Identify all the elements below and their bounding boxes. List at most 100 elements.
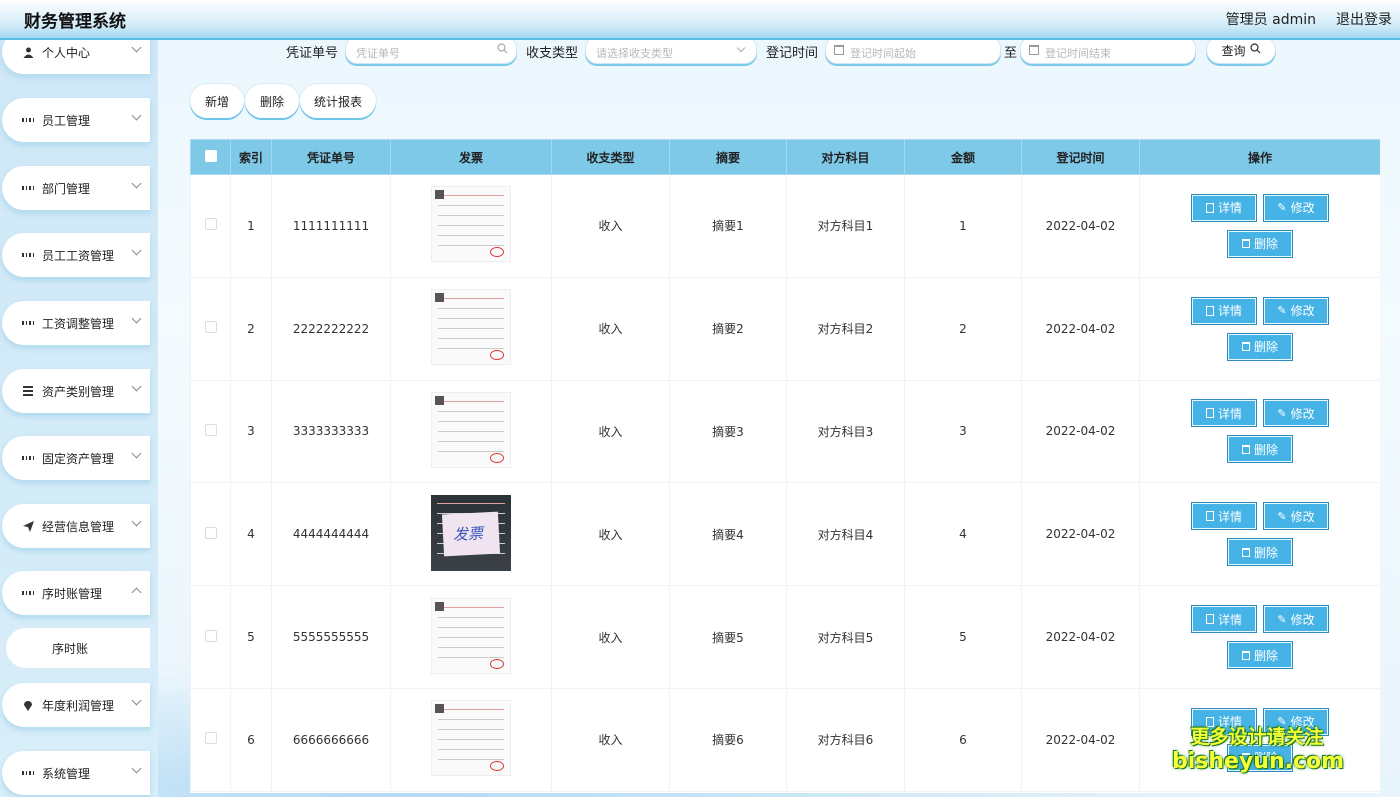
app-header: 财务管理系统 管理员 admin 退出登录 <box>0 0 1400 40</box>
edit-button[interactable]: ✎ 修改 <box>1263 605 1329 634</box>
cell-index: 1 <box>230 174 272 278</box>
cell-operations: 详情 ✎ 修改 删除 <box>1139 585 1380 689</box>
edit-button[interactable]: ✎ 修改 <box>1263 193 1329 222</box>
batch-delete-button[interactable]: 删除 <box>245 84 299 118</box>
cell-date: 2022-04-02 <box>1021 276 1140 381</box>
cell-account: 对方科目1 <box>786 174 905 278</box>
list-icon <box>22 385 34 397</box>
document-icon <box>1205 511 1214 522</box>
document-icon <box>1205 305 1214 316</box>
sidebar-item-label: 资产类别管理 <box>42 384 115 399</box>
sidebar-item-department[interactable]: 部门管理 <box>2 166 150 210</box>
sidebar-item-label: 员工管理 <box>42 113 91 128</box>
voucher-input[interactable]: 凭证单号 <box>345 36 517 64</box>
row-checkbox[interactable] <box>204 526 217 539</box>
sidebar-item-business-info[interactable]: 经营信息管理 <box>2 504 150 548</box>
chevron-down-icon <box>736 43 746 53</box>
chevron-down-icon <box>131 516 142 527</box>
sidebar-item-label: 固定资产管理 <box>42 451 115 466</box>
type-select[interactable]: 请选择收支类型 <box>585 36 757 64</box>
cell-voucher: 3333333333 <box>271 379 391 484</box>
search-bar: 凭证单号 凭证单号 收支类型 请选择收支类型 登记时间 登记时间起始 至 登记时… <box>158 36 1400 68</box>
cell-invoice <box>390 585 552 689</box>
cell-date: 2022-04-02 <box>1021 379 1140 484</box>
sidebar-item-label: 系统管理 <box>42 766 91 781</box>
row-select-cell[interactable] <box>190 482 231 587</box>
detail-button[interactable]: 详情 <box>1191 193 1257 222</box>
trash-icon <box>1241 444 1250 454</box>
chevron-down-icon <box>131 42 142 53</box>
sidebar-item-annual-profit[interactable]: 年度利润管理 <box>2 683 150 727</box>
watermark-line1: 更多设计请关注 <box>1190 726 1324 748</box>
delete-button[interactable]: 删除 <box>1227 435 1293 464</box>
cell-summary: 摘要2 <box>669 276 787 381</box>
cell-amount: 3 <box>904 379 1022 484</box>
delete-button[interactable]: 删除 <box>1227 538 1293 567</box>
row-select-cell[interactable] <box>190 585 231 689</box>
cell-account: 对方科目6 <box>786 687 905 792</box>
cell-type: 收入 <box>551 585 670 689</box>
header-index: 索引 <box>230 139 272 175</box>
edit-button[interactable]: ✎ 修改 <box>1263 399 1329 428</box>
sidebar-item-system[interactable]: 系统管理 <box>2 751 150 795</box>
detail-button[interactable]: 详情 <box>1191 605 1257 634</box>
sidebar-item-fixed-asset[interactable]: 固定资产管理 <box>2 436 150 480</box>
delete-button[interactable]: 删除 <box>1227 332 1293 361</box>
invoice-image[interactable] <box>431 289 511 366</box>
invoice-image[interactable] <box>431 391 511 468</box>
grid-icon <box>22 767 34 779</box>
row-select-cell[interactable] <box>190 276 231 381</box>
delete-button[interactable]: 删除 <box>1227 641 1293 670</box>
sidebar-item-label: 工资调整管理 <box>42 316 115 331</box>
cell-amount: 5 <box>904 585 1022 689</box>
invoice-image[interactable]: 发票 <box>431 494 511 571</box>
invoice-image[interactable] <box>431 700 511 777</box>
table-header-row: 索引 凭证单号 发票 收支类型 摘要 对方科目 金额 登记时间 操作 <box>190 139 1380 175</box>
edit-button[interactable]: ✎ 修改 <box>1263 296 1329 325</box>
time-start-input[interactable]: 登记时间起始 <box>825 36 1001 64</box>
chevron-down-icon <box>131 763 142 774</box>
sidebar-subitem-journal[interactable]: 序时账 <box>6 628 150 668</box>
invoice-image[interactable] <box>431 597 511 674</box>
edit-button[interactable]: ✎ 修改 <box>1263 502 1329 531</box>
row-checkbox[interactable] <box>204 423 217 436</box>
pencil-icon: ✎ <box>1277 509 1287 523</box>
sidebar-item-asset-category[interactable]: 资产类别管理 <box>2 369 150 413</box>
chevron-down-icon <box>131 245 142 256</box>
sidebar-item-personal-center[interactable]: 个人中心 <box>2 40 150 74</box>
grid-icon <box>22 452 34 464</box>
row-select-cell[interactable] <box>190 687 231 792</box>
logout-link[interactable]: 退出登录 <box>1336 9 1392 29</box>
time-end-input[interactable]: 登记时间结束 <box>1020 36 1196 64</box>
cell-invoice: 发票 <box>390 482 552 587</box>
grid-icon <box>22 182 34 194</box>
chevron-down-icon <box>131 381 142 392</box>
cell-account: 对方科目5 <box>786 585 905 689</box>
row-select-cell[interactable] <box>190 379 231 484</box>
sidebar-item-salary[interactable]: 员工工资管理 <box>2 233 150 277</box>
sidebar-item-journal[interactable]: 序时账管理 <box>2 571 150 615</box>
sidebar-item-label: 员工工资管理 <box>42 248 115 263</box>
detail-button[interactable]: 详情 <box>1191 399 1257 428</box>
voucher-label: 凭证单号 <box>286 46 339 61</box>
cell-summary: 摘要3 <box>669 379 787 484</box>
sidebar-item-employee[interactable]: 员工管理 <box>2 98 150 142</box>
report-button[interactable]: 统计报表 <box>300 84 376 118</box>
detail-button[interactable]: 详情 <box>1191 502 1257 531</box>
query-button[interactable]: 查询 <box>1206 36 1276 64</box>
select-all-checkbox[interactable] <box>204 149 217 162</box>
detail-button[interactable]: 详情 <box>1191 296 1257 325</box>
row-checkbox[interactable] <box>204 629 217 642</box>
row-checkbox[interactable] <box>204 218 217 231</box>
select-all-cell[interactable] <box>190 139 231 175</box>
header-date: 登记时间 <box>1021 139 1140 175</box>
cell-date: 2022-04-02 <box>1021 585 1140 689</box>
row-checkbox[interactable] <box>204 321 217 334</box>
sidebar-item-salary-adjust[interactable]: 工资调整管理 <box>2 301 150 345</box>
row-select-cell[interactable] <box>190 174 231 278</box>
row-checkbox[interactable] <box>204 732 217 745</box>
delete-button[interactable]: 删除 <box>1227 229 1293 258</box>
invoice-image[interactable] <box>431 186 511 263</box>
add-button[interactable]: 新增 <box>190 84 244 118</box>
cell-index: 2 <box>230 276 272 381</box>
